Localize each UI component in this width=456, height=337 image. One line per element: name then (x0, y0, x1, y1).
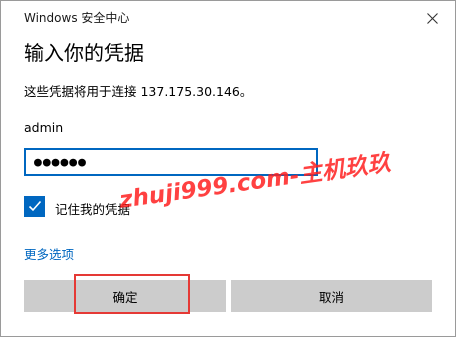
window-title: Windows 安全中心 (24, 11, 130, 25)
dialog-heading: 输入你的凭据 (24, 41, 144, 65)
remember-label[interactable]: 记住我的凭据 (55, 199, 130, 218)
password-input[interactable] (26, 150, 316, 174)
cancel-button-label: 取消 (318, 289, 344, 305)
more-options-link[interactable]: 更多选项 (24, 244, 74, 263)
close-button[interactable] (419, 5, 445, 31)
ok-button[interactable]: 确定 (24, 280, 226, 312)
close-icon (426, 9, 438, 28)
checkmark-icon (28, 197, 42, 216)
connection-message: 这些凭据将用于连接 137.175.30.146。 (24, 84, 253, 99)
password-field[interactable] (24, 148, 318, 176)
cancel-button[interactable]: 取消 (231, 280, 432, 312)
username-label: admin (24, 120, 64, 135)
credential-dialog: Windows 安全中心 输入你的凭据 这些凭据将用于连接 137.175.30… (0, 0, 456, 337)
remember-checkbox[interactable] (24, 196, 45, 217)
ok-button-label: 确定 (112, 289, 138, 305)
